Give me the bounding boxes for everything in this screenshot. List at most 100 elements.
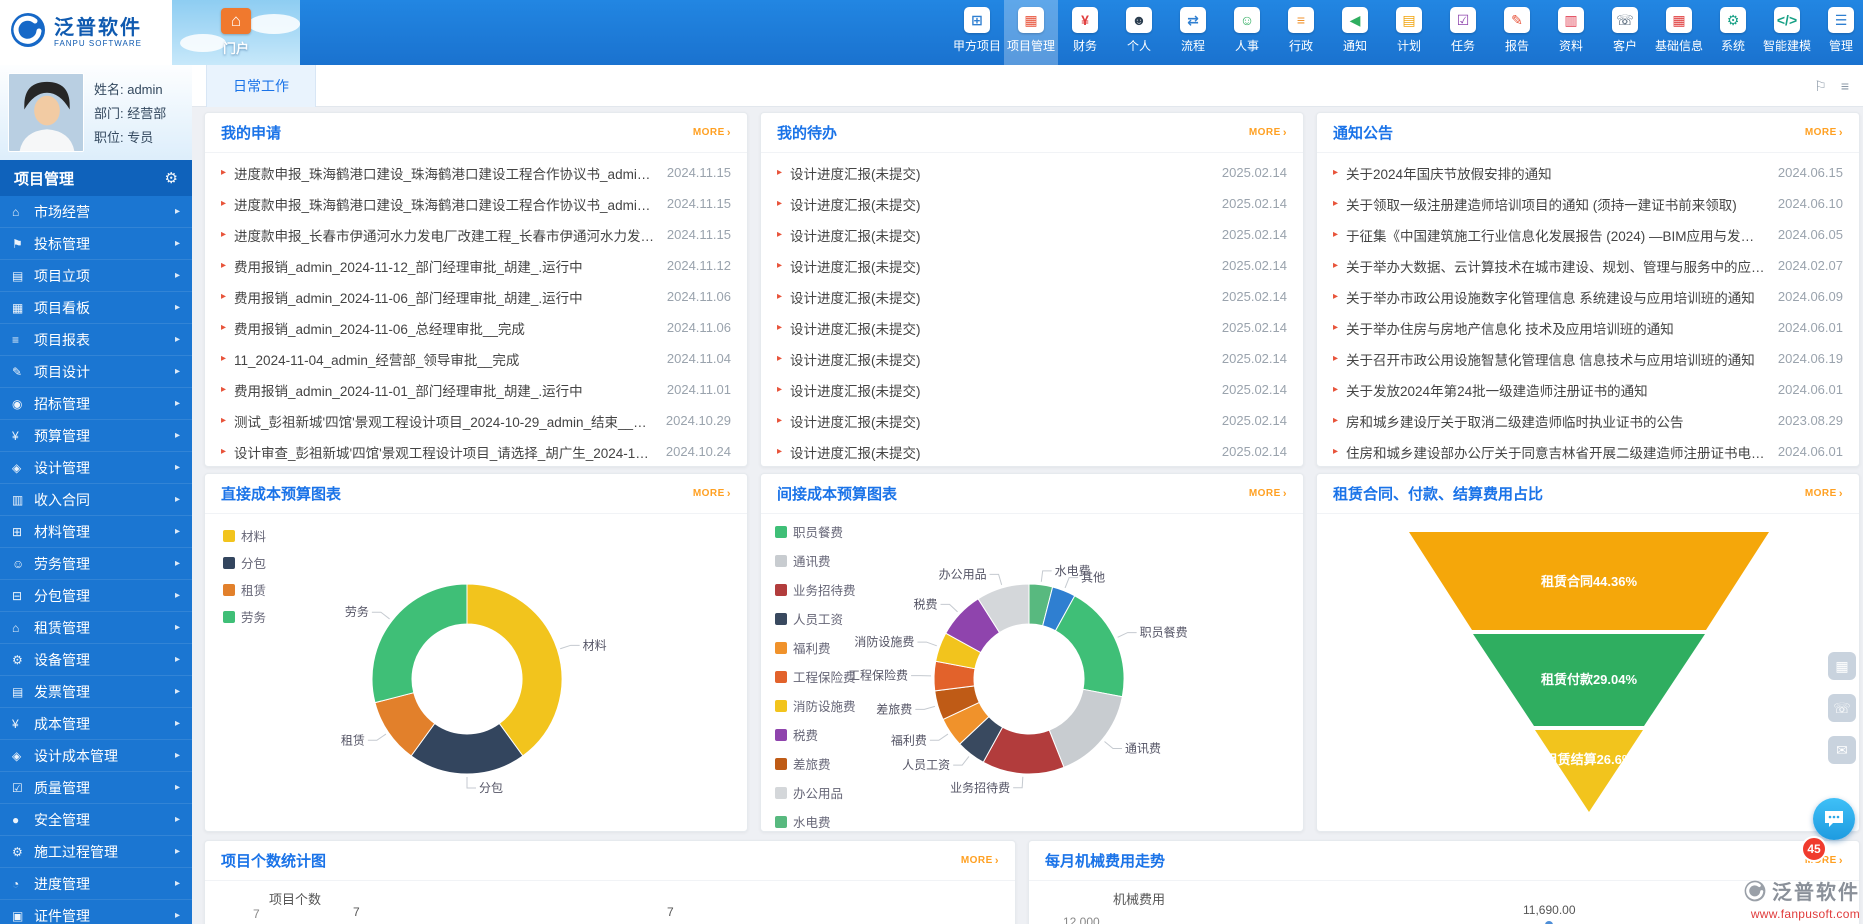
module-system[interactable]: ⚙系统	[1706, 0, 1760, 65]
list-item[interactable]: ▸设计进度汇报(未提交)2025.02.14	[761, 436, 1303, 467]
module-hr[interactable]: ☺人事	[1220, 0, 1274, 65]
qr-code-icon[interactable]: ▦	[1828, 652, 1856, 680]
module-finance[interactable]: ¥财务	[1058, 0, 1112, 65]
more-link[interactable]: MORE›	[1249, 127, 1287, 139]
list-item[interactable]: ▸设计进度汇报(未提交)2025.02.14	[761, 281, 1303, 312]
module-base-info[interactable]: ▦基础信息	[1652, 0, 1706, 65]
legend-item[interactable]: 分包	[223, 553, 266, 572]
module-notice[interactable]: ◀通知	[1328, 0, 1382, 65]
module-smart-model[interactable]: </>智能建模	[1760, 0, 1814, 65]
sidebar-item-租赁管理[interactable]: ⌂租赁管理▸	[0, 612, 192, 644]
sidebar-item-项目报表[interactable]: ≡项目报表▸	[0, 324, 192, 356]
module-manage[interactable]: ☰管理	[1814, 0, 1863, 65]
legend-item[interactable]: 消防设施费	[775, 696, 856, 715]
legend-item[interactable]: 劳务	[223, 607, 266, 626]
module-report[interactable]: ✎报告	[1490, 0, 1544, 65]
list-item[interactable]: ▸关于举办市政公用设施数字化管理信息 系统建设与应用培训班的通知2024.06.…	[1317, 281, 1859, 312]
legend-item[interactable]: 业务招待费	[775, 580, 856, 599]
legend-item[interactable]: 工程保险费	[775, 667, 856, 686]
phone-icon[interactable]: ☏	[1828, 694, 1856, 722]
sidebar-item-投标管理[interactable]: ⚑投标管理▸	[0, 228, 192, 260]
list-item[interactable]: ▸关于2024年国庆节放假安排的通知2024.06.15	[1317, 157, 1859, 188]
list-item[interactable]: ▸设计进度汇报(未提交)2025.02.14	[761, 312, 1303, 343]
list-item[interactable]: ▸11_2024-11-04_admin_经营部_领导审批__完成2024.11…	[205, 343, 747, 374]
legend-item[interactable]: 通讯费	[775, 551, 856, 570]
list-item[interactable]: ▸关于召开市政公用设施智慧化管理信息 信息技术与应用培训班的通知2024.06.…	[1317, 343, 1859, 374]
key-icon[interactable]: ⚐	[1814, 78, 1827, 95]
mail-icon[interactable]: ✉	[1828, 736, 1856, 764]
sidebar-item-分包管理[interactable]: ⊟分包管理▸	[0, 580, 192, 612]
sidebar-item-设计成本管理[interactable]: ◈设计成本管理▸	[0, 740, 192, 772]
sidebar-item-质量管理[interactable]: ☑质量管理▸	[0, 772, 192, 804]
portal-button[interactable]: ⌂ 门户	[172, 0, 300, 65]
legend-item[interactable]: 人员工资	[775, 609, 856, 628]
sidebar-item-预算管理[interactable]: ¥预算管理▸	[0, 420, 192, 452]
module-personal[interactable]: ☻个人	[1112, 0, 1166, 65]
legend-item[interactable]: 税费	[775, 725, 856, 744]
list-item[interactable]: ▸设计进度汇报(未提交)2025.02.14	[761, 343, 1303, 374]
legend-item[interactable]: 职员餐费	[775, 522, 856, 541]
sidebar-item-市场经营[interactable]: ⌂市场经营▸	[0, 196, 192, 228]
tab-daily-work[interactable]: 日常工作	[206, 65, 316, 107]
list-item[interactable]: ▸费用报销_admin_2024-11-12_部门经理审批_胡建_.运行中202…	[205, 250, 747, 281]
module-admin[interactable]: ≡行政	[1274, 0, 1328, 65]
module-document[interactable]: ▥资料	[1544, 0, 1598, 65]
sidebar-item-项目设计[interactable]: ✎项目设计▸	[0, 356, 192, 388]
sidebar-item-成本管理[interactable]: ¥成本管理▸	[0, 708, 192, 740]
more-link[interactable]: MORE›	[693, 488, 731, 500]
sidebar-item-收入合同[interactable]: ▥收入合同▸	[0, 484, 192, 516]
sidebar-item-证件管理[interactable]: ▣证件管理▸	[0, 900, 192, 924]
sidebar-item-施工过程管理[interactable]: ⚙施工过程管理▸	[0, 836, 192, 868]
list-item[interactable]: ▸费用报销_admin_2024-11-01_部门经理审批_胡建_.运行中202…	[205, 374, 747, 405]
list-item[interactable]: ▸房和城乡建设厅关于取消二级建造师临时执业证书的公告2023.08.29	[1317, 405, 1859, 436]
module-plan[interactable]: ▤计划	[1382, 0, 1436, 65]
list-item[interactable]: ▸设计进度汇报(未提交)2025.02.14	[761, 188, 1303, 219]
list-item[interactable]: ▸设计进度汇报(未提交)2025.02.14	[761, 405, 1303, 436]
sidebar-item-进度管理[interactable]: ◔进度管理▸	[0, 868, 192, 900]
sidebar-item-设计管理[interactable]: ◈设计管理▸	[0, 452, 192, 484]
list-item[interactable]: ▸进度款申报_珠海鹤港口建设_珠海鹤港口建设工程合作协议书_admin_...2…	[205, 157, 747, 188]
sidebar-item-安全管理[interactable]: ●安全管理▸	[0, 804, 192, 836]
sidebar-item-劳务管理[interactable]: ☺劳务管理▸	[0, 548, 192, 580]
list-item[interactable]: ▸进度款申报_长春市伊通河水力发电厂改建工程_长春市伊通河水力发电...2024…	[205, 219, 747, 250]
list-item[interactable]: ▸设计审查_彭祖新城'四馆'景观工程设计项目_请选择_胡广生_2024-10-2…	[205, 436, 747, 467]
sidebar-item-招标管理[interactable]: ◉招标管理▸	[0, 388, 192, 420]
module-workflow[interactable]: ⇄流程	[1166, 0, 1220, 65]
list-item[interactable]: ▸关于领取一级注册建造师培训项目的通知 (须持一建证书前来领取)2024.06.…	[1317, 188, 1859, 219]
sidebar-item-项目立项[interactable]: ▤项目立项▸	[0, 260, 192, 292]
list-item[interactable]: ▸关于发放2024年第24批一级建造师注册证书的通知2024.06.01	[1317, 374, 1859, 405]
legend-item[interactable]: 福利费	[775, 638, 856, 657]
sidebar-item-材料管理[interactable]: ⊞材料管理▸	[0, 516, 192, 548]
more-link[interactable]: MORE›	[1249, 488, 1287, 500]
gear-icon[interactable]: ⚙	[165, 169, 178, 187]
more-link[interactable]: MORE›	[1805, 488, 1843, 500]
module-customer[interactable]: ☏客户	[1598, 0, 1652, 65]
notification-badge[interactable]: 45	[1801, 836, 1827, 862]
list-item[interactable]: ▸费用报销_admin_2024-11-06_总经理审批__完成2024.11.…	[205, 312, 747, 343]
legend-item[interactable]: 办公用品	[775, 783, 856, 802]
legend-item[interactable]: 租赁	[223, 580, 266, 599]
list-item[interactable]: ▸关于举办住房与房地产信息化 技术及应用培训班的通知2024.06.01	[1317, 312, 1859, 343]
legend-item[interactable]: 差旅费	[775, 754, 856, 773]
more-link[interactable]: MORE›	[961, 855, 999, 867]
sidebar-item-项目看板[interactable]: ▦项目看板▸	[0, 292, 192, 324]
list-item[interactable]: ▸设计进度汇报(未提交)2025.02.14	[761, 374, 1303, 405]
list-item[interactable]: ▸关于举办大数据、云计算技术在城市建设、规划、管理与服务中的应用培训班...20…	[1317, 250, 1859, 281]
list-item[interactable]: ▸进度款申报_珠海鹤港口建设_珠海鹤港口建设工程合作协议书_admin_...2…	[205, 188, 747, 219]
list-item[interactable]: ▸费用报销_admin_2024-11-06_部门经理审批_胡建_.运行中202…	[205, 281, 747, 312]
chat-service-button[interactable]	[1813, 798, 1855, 840]
list-item[interactable]: ▸测试_彭祖新城'四馆'景观工程设计项目_2024-10-29_admin_结束…	[205, 405, 747, 436]
toggle-panel-icon[interactable]: ≡	[1841, 78, 1849, 94]
more-link[interactable]: MORE›	[693, 127, 731, 139]
list-item[interactable]: ▸住房和城乡建设部办公厅关于同意吉林省开展二级建造师注册证书电子化试点...20…	[1317, 436, 1859, 467]
legend-item[interactable]: 材料	[223, 526, 266, 545]
module-client-project[interactable]: ⊞甲方项目	[950, 0, 1004, 65]
sidebar-item-设备管理[interactable]: ⚙设备管理▸	[0, 644, 192, 676]
list-item[interactable]: ▸设计进度汇报(未提交)2025.02.14	[761, 219, 1303, 250]
list-item[interactable]: ▸设计进度汇报(未提交)2025.02.14	[761, 250, 1303, 281]
module-project-mgmt[interactable]: ▦项目管理	[1004, 0, 1058, 65]
sidebar-item-发票管理[interactable]: ▤发票管理▸	[0, 676, 192, 708]
list-item[interactable]: ▸于征集《中国建筑施工行业信息化发展报告 (2024) —BIM应用与发展》材料…	[1317, 219, 1859, 250]
list-item[interactable]: ▸设计进度汇报(未提交)2025.02.14	[761, 157, 1303, 188]
module-task[interactable]: ☑任务	[1436, 0, 1490, 65]
